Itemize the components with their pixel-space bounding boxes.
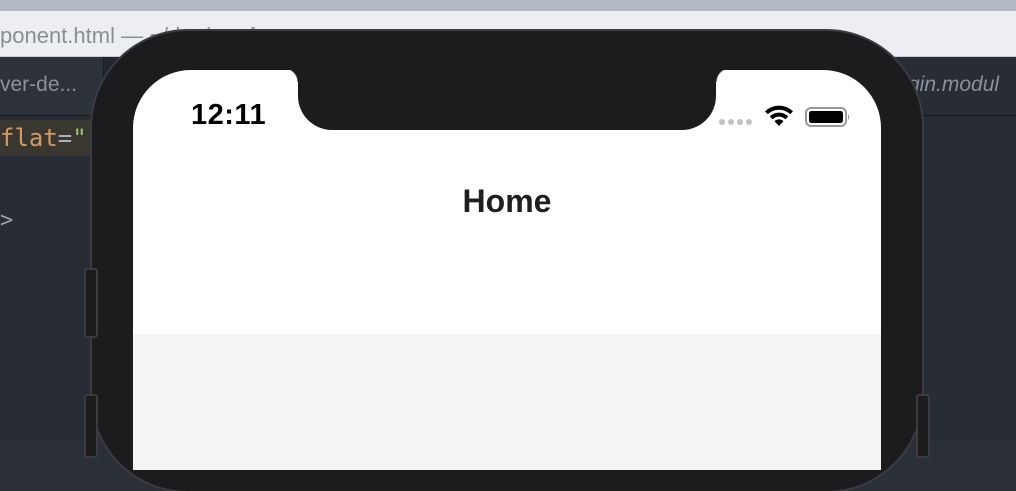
phone-side-button-left-upper (84, 268, 98, 338)
wifi-icon (763, 104, 795, 128)
status-bar-time: 12:11 (191, 99, 267, 131)
battery-icon (805, 107, 851, 127)
phone-side-button-left-lower (84, 394, 98, 458)
editor-tab-right-label: gin.modul (908, 73, 1000, 96)
code-attribute: flat (0, 124, 58, 152)
code-line: > (0, 208, 14, 233)
nav-bar-title: Home (462, 183, 552, 219)
editor-tab-left-label: ver-de... (0, 73, 78, 96)
cellular-signal-icon (719, 119, 755, 125)
phone-side-button-right (916, 394, 930, 458)
app-content-area[interactable] (133, 334, 881, 470)
phone-screen[interactable]: 12:11 Home (133, 70, 881, 470)
code-equals: = (57, 124, 73, 152)
code-string: " (72, 124, 87, 152)
phone-notch (284, 70, 730, 130)
editor-tab-left[interactable]: ver-de... (0, 57, 104, 115)
